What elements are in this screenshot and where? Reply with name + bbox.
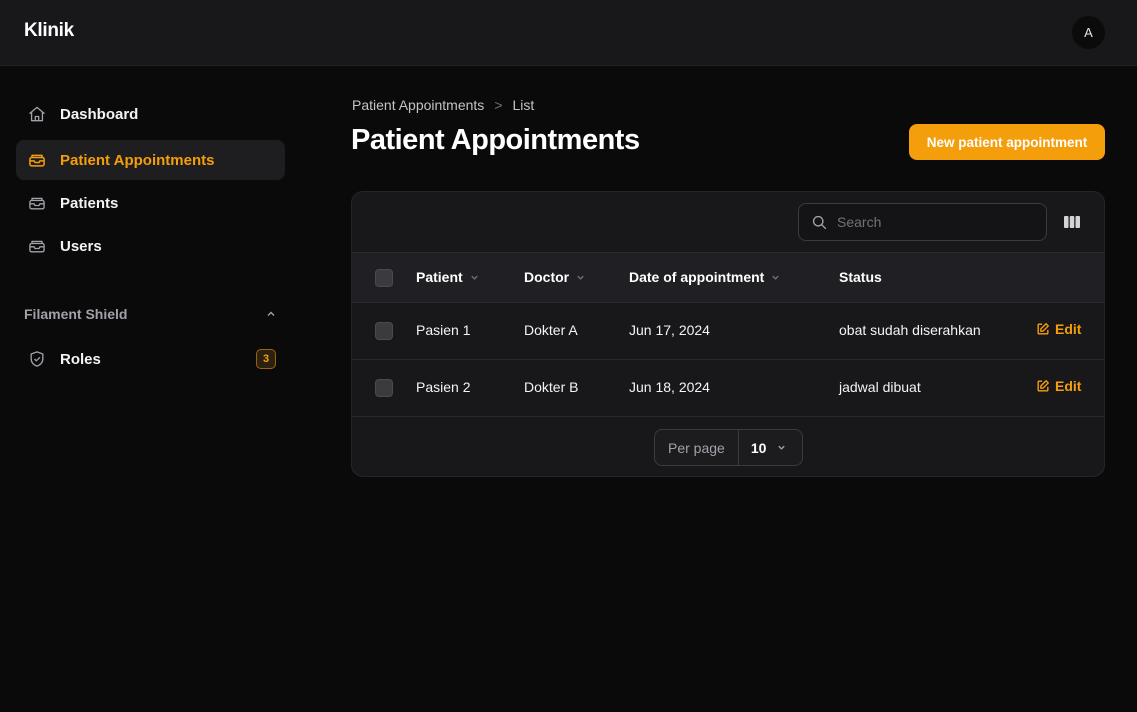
cell-date: Jun 18, 2024: [629, 379, 710, 395]
column-header-doctor[interactable]: Doctor: [524, 269, 586, 285]
column-header-date[interactable]: Date of appointment: [629, 269, 781, 285]
row-checkbox[interactable]: [375, 322, 393, 340]
sidebar-item-label: Dashboard: [60, 105, 139, 123]
cell-date: Jun 17, 2024: [629, 322, 710, 338]
roles-count-badge: 3: [256, 349, 276, 369]
sidebar-item-roles[interactable]: Roles 3: [16, 339, 285, 379]
table-row[interactable]: Pasien 2 Dokter B Jun 18, 2024 jadwal di…: [352, 359, 1104, 416]
per-page-number: 10: [750, 439, 767, 456]
search-icon: [811, 214, 828, 231]
app-logo[interactable]: Klinik: [24, 20, 74, 42]
per-page-select[interactable]: Per page 10: [654, 429, 803, 466]
sidebar-item-label: Roles: [60, 350, 101, 368]
page-title: Patient Appointments: [351, 124, 640, 156]
breadcrumb: Patient Appointments > List: [352, 97, 534, 113]
pencil-square-icon: [1037, 323, 1049, 335]
sidebar: Dashboard Patient Appointments Patients …: [0, 66, 300, 712]
sidebar-item-label: Users: [60, 237, 102, 255]
column-header-label: Status: [839, 269, 882, 285]
sidebar-item-dashboard[interactable]: Dashboard: [16, 94, 285, 134]
sort-chevron-icon: [577, 275, 584, 280]
cell-patient: Pasien 2: [416, 379, 471, 395]
shield-check-icon: [26, 348, 48, 370]
breadcrumb-parent[interactable]: Patient Appointments: [352, 97, 484, 113]
chevron-right-icon: >: [494, 97, 503, 113]
appointments-table-card: Patient Doctor Date of appointment Statu…: [351, 191, 1105, 477]
search-field[interactable]: [798, 203, 1047, 241]
sidebar-item-patient-appointments[interactable]: Patient Appointments: [16, 140, 285, 180]
chevron-up-icon[interactable]: [265, 308, 277, 320]
home-icon: [26, 103, 48, 125]
per-page-label: Per page: [655, 430, 739, 465]
column-header-label: Date of appointment: [629, 269, 765, 285]
edit-button[interactable]: Edit: [1036, 378, 1081, 394]
pencil-square-icon: [1037, 380, 1049, 392]
nav-group-filament-shield[interactable]: Filament Shield: [24, 306, 277, 322]
sidebar-item-patients[interactable]: Patients: [16, 183, 285, 223]
select-all-checkbox[interactable]: [375, 269, 393, 287]
cell-doctor: Dokter B: [524, 379, 579, 395]
chevron-down-icon: [778, 445, 786, 450]
table-row[interactable]: Pasien 1 Dokter A Jun 17, 2024 obat suda…: [352, 302, 1104, 359]
new-patient-appointment-button[interactable]: New patient appointment: [909, 124, 1105, 160]
edit-button[interactable]: Edit: [1036, 321, 1081, 337]
sidebar-item-label: Patient Appointments: [60, 151, 215, 169]
row-checkbox[interactable]: [375, 379, 393, 397]
nav-group-label: Filament Shield: [24, 306, 128, 322]
inbox-stack-icon: [26, 235, 48, 257]
inbox-stack-icon: [26, 149, 48, 171]
top-bar: Klinik A: [0, 0, 1137, 66]
edit-label: Edit: [1055, 321, 1082, 337]
cell-status: obat sudah diserahkan: [839, 322, 981, 338]
sidebar-item-label: Patients: [60, 194, 119, 212]
user-avatar[interactable]: A: [1072, 16, 1105, 49]
column-header-label: Doctor: [524, 269, 570, 285]
column-header-patient[interactable]: Patient: [416, 269, 480, 285]
column-header-label: Patient: [416, 269, 463, 285]
cell-patient: Pasien 1: [416, 322, 471, 338]
cell-doctor: Dokter A: [524, 322, 578, 338]
breadcrumb-current: List: [512, 97, 535, 113]
sort-chevron-icon: [772, 275, 780, 280]
search-input[interactable]: [837, 214, 1037, 230]
inbox-stack-icon: [26, 192, 48, 214]
sidebar-item-users[interactable]: Users: [16, 226, 285, 266]
column-toggle-icon[interactable]: [1062, 212, 1082, 232]
edit-label: Edit: [1055, 378, 1082, 394]
sort-chevron-icon: [470, 275, 478, 280]
table-header: Patient Doctor Date of appointment Statu…: [352, 252, 1104, 302]
per-page-value[interactable]: 10: [739, 440, 788, 456]
cell-status: jadwal dibuat: [839, 379, 921, 395]
column-header-status: Status: [839, 269, 882, 285]
table-footer: Per page 10: [352, 416, 1104, 476]
